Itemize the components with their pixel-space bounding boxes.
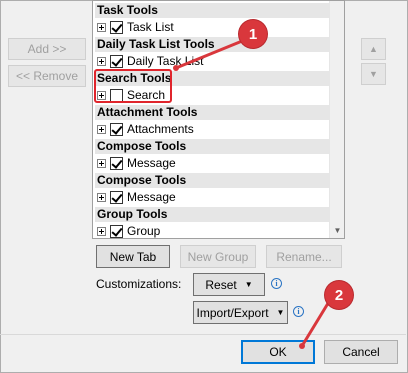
callout-line-two bbox=[300, 299, 332, 347]
callout-badge-one: 1 bbox=[239, 20, 267, 48]
callout-badge-two: 2 bbox=[325, 281, 353, 309]
callout-lines bbox=[173, 35, 332, 349]
callout-dot-two bbox=[299, 343, 305, 349]
callout-dot-one bbox=[173, 65, 179, 71]
